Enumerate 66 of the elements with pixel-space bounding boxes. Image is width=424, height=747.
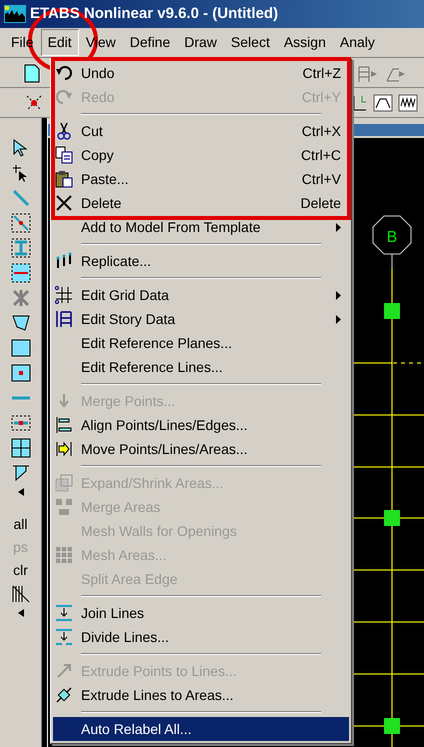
menu-item[interactable]: Move Points/Lines/Areas... (53, 437, 349, 461)
menu-item[interactable]: Replicate... (53, 249, 349, 273)
menu-item[interactable]: Extrude Lines to Areas... (53, 683, 349, 707)
menu-item[interactable]: Paste... Ctrl+V (53, 167, 349, 191)
dashed-reference-line (392, 362, 424, 364)
mesh-icon (55, 546, 73, 564)
menu-item[interactable]: Cut Ctrl+X (53, 119, 349, 143)
menu-item[interactable]: Edit Reference Planes... (53, 331, 349, 355)
elevation-icon[interactable] (352, 94, 368, 112)
menu-bar-item[interactable]: Draw (177, 29, 224, 56)
scroll-left-icon[interactable] (18, 609, 24, 617)
beam-icon[interactable] (10, 238, 30, 258)
menu-item[interactable]: Edit Story Data (53, 307, 349, 331)
divide-lines-icon (55, 628, 73, 646)
wall-icon[interactable] (10, 263, 30, 283)
grid-bubble (372, 216, 412, 268)
joint-icon[interactable] (10, 288, 30, 308)
menu-item[interactable]: Auto Relabel All... (53, 717, 349, 741)
story-icon (55, 310, 73, 328)
grid-point (384, 510, 400, 526)
frame-toolbar-icon[interactable] (357, 65, 379, 83)
select-button[interactable]: all (12, 515, 28, 533)
opening-icon[interactable] (10, 363, 30, 383)
expand-icon (55, 474, 73, 492)
menu-bar-item[interactable]: Analy (332, 29, 382, 56)
cross-icon (55, 194, 73, 212)
menu-item[interactable]: Delete Delete (53, 191, 349, 215)
menu-item[interactable]: Join Lines (53, 601, 349, 625)
area-icon[interactable] (10, 338, 30, 358)
spring-icon[interactable] (398, 94, 418, 112)
menu-item[interactable]: Undo Ctrl+Z (53, 61, 349, 85)
grid-point (384, 303, 400, 319)
menu-item[interactable]: Edit Reference Lines... (53, 355, 349, 379)
align-icon (55, 416, 73, 434)
grid-point (384, 718, 400, 734)
merge-areas-icon (55, 498, 73, 516)
app-logo-icon (4, 5, 26, 23)
menu-bar-item[interactable]: Define (122, 29, 178, 56)
menu-bar-item[interactable]: Edit (40, 29, 79, 56)
hatch-select-icon[interactable] (10, 584, 30, 604)
menu-item[interactable]: Edit Grid Data (53, 283, 349, 307)
clipboard-icon (55, 170, 73, 188)
new-file-icon[interactable] (24, 64, 40, 83)
menu-bar-item[interactable]: Assign (276, 29, 333, 56)
undo-arrow-icon (55, 64, 73, 82)
menu-item[interactable]: Add to Model From Template (53, 215, 349, 239)
profile-icon[interactable] (373, 94, 393, 112)
menu-bar-item[interactable]: Select (224, 29, 277, 56)
move-icon (55, 440, 73, 458)
grid-bubble-label: B (386, 229, 398, 246)
menu-item[interactable]: Divide Lines... (53, 625, 349, 649)
menu-item[interactable]: Copy Ctrl+C (53, 143, 349, 167)
replicate-icon (55, 252, 73, 270)
brace-icon[interactable] (10, 213, 30, 233)
redo-arrow-icon (55, 88, 73, 106)
select-button[interactable]: clr (12, 561, 29, 579)
grid-area-icon[interactable] (10, 438, 30, 458)
wedge-icon[interactable] (10, 463, 30, 483)
polygon-area-icon[interactable] (10, 313, 30, 333)
menu-item[interactable]: Align Points/Lines/Edges... (53, 413, 349, 437)
join-lines-icon (55, 604, 73, 622)
scissors-icon (55, 122, 73, 140)
scroll-left-icon[interactable] (18, 488, 24, 496)
copy-icon (55, 146, 73, 164)
extrude-points-icon (55, 662, 73, 680)
grid-icon (55, 286, 73, 304)
